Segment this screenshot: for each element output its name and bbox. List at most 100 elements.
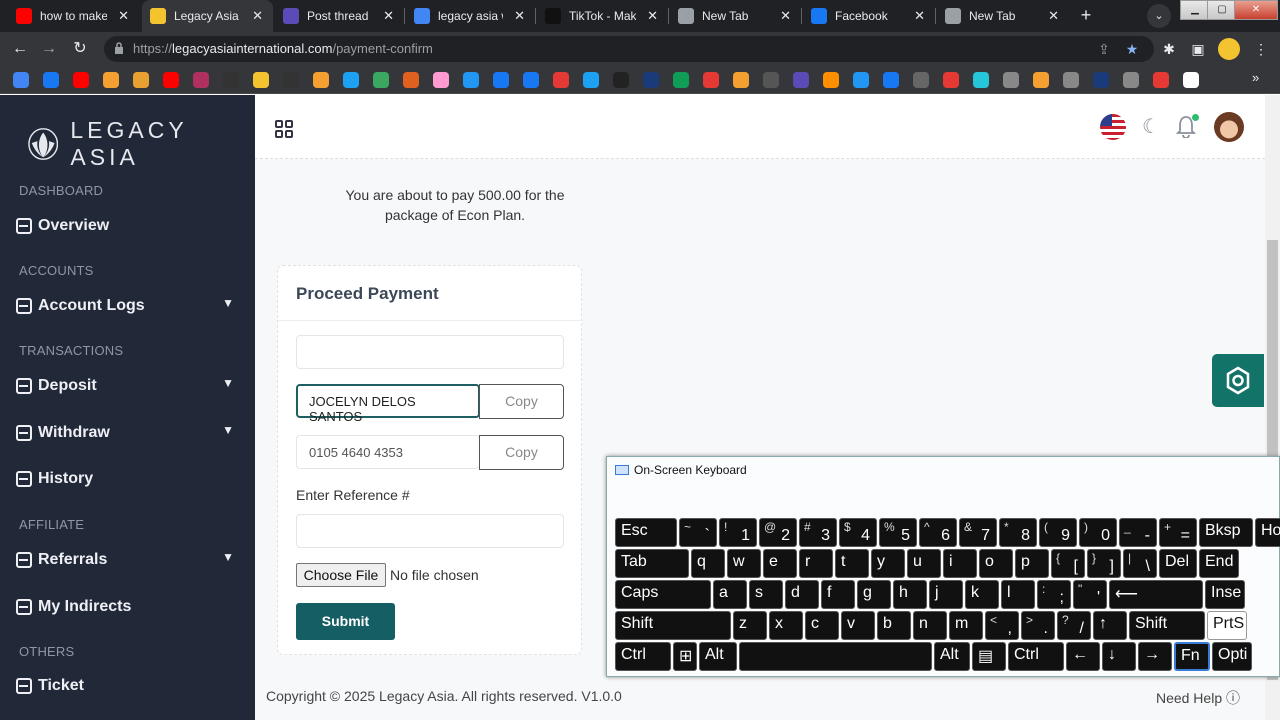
bookmark-icon[interactable] [643,72,659,88]
star-icon[interactable]: ★ [1122,39,1142,59]
osk-key[interactable]: Hom [1255,518,1280,547]
bookmark-icon[interactable] [613,72,629,88]
osk-key[interactable]: l [1001,580,1035,609]
close-tab-icon[interactable]: ✕ [1048,8,1059,24]
bookmark-icon[interactable] [73,72,89,88]
close-tab-icon[interactable]: ✕ [514,8,525,24]
osk-key[interactable]: Tab [615,549,689,578]
osk-key[interactable]: Ctrl [1008,642,1064,671]
browser-tab[interactable]: New Tab ✕ [937,0,1069,32]
profile-avatar[interactable] [1218,38,1240,60]
bookmark-icon[interactable] [1123,72,1139,88]
bookmark-icon[interactable] [1153,72,1169,88]
osk-key[interactable]: ⟵ [1109,580,1203,609]
close-tab-icon[interactable]: ✕ [383,8,394,24]
osk-key[interactable]: f [821,580,855,609]
bookmark-icon[interactable] [223,72,239,88]
bookmark-icon[interactable] [163,72,179,88]
osk-key[interactable]: :; [1037,580,1071,609]
bookmark-icon[interactable] [703,72,719,88]
bookmark-icon[interactable] [43,72,59,88]
osk-key[interactable]: q [691,549,725,578]
osk-key[interactable]: Del [1159,549,1197,578]
osk-key[interactable]: ⊞ [673,642,697,671]
nav-history[interactable]: History [16,465,238,493]
bookmark-icon[interactable] [343,72,359,88]
us-flag-icon[interactable] [1100,114,1126,140]
osk-key[interactable]: | \ [1123,549,1157,578]
choose-file-button[interactable]: Choose File [296,563,386,587]
osk-key[interactable] [739,642,932,671]
osk-key[interactable]: y [871,549,905,578]
bookmark-icon[interactable] [283,72,299,88]
osk-key[interactable]: >. [1021,611,1055,640]
extensions-icon[interactable]: ✱ [1158,38,1180,60]
osk-key[interactable]: Caps [615,580,711,609]
osk-key[interactable]: $4 [839,518,877,547]
bookmark-icon[interactable] [1063,72,1079,88]
osk-key[interactable]: ← [1066,642,1100,671]
bookmark-icon[interactable] [253,72,269,88]
bell-icon[interactable] [1175,114,1201,140]
copy-account-number-button[interactable]: Copy [479,435,564,470]
more-bookmarks-icon[interactable]: » [1252,70,1259,85]
bookmark-icon[interactable] [193,72,209,88]
moon-icon[interactable]: ☾ [1138,114,1164,140]
osk-key[interactable]: (9 [1039,518,1077,547]
browser-tab[interactable]: Post thread | F ✕ [275,0,404,32]
close-tab-icon[interactable]: ✕ [118,8,129,24]
bookmark-icon[interactable] [373,72,389,88]
osk-key[interactable]: v [841,611,875,640]
share-icon[interactable]: ⇪ [1094,39,1114,59]
osk-key[interactable]: d [785,580,819,609]
close-tab-icon[interactable]: ✕ [780,8,791,24]
bookmark-icon[interactable] [13,72,29,88]
nav-referrals[interactable]: Referrals ▼ [16,546,238,574]
browser-tab[interactable]: Legacy Asia ✕ [142,0,273,32]
osk-key[interactable]: e [763,549,797,578]
close-tab-icon[interactable]: ✕ [252,8,263,24]
account-number-field[interactable]: 0105 4640 4353 [296,435,480,469]
nav-deposit[interactable]: Deposit ▼ [16,372,238,400]
close-tab-icon[interactable]: ✕ [647,8,658,24]
osk-key[interactable]: m [949,611,983,640]
reference-input[interactable] [296,514,564,548]
osk-key[interactable]: r [799,549,833,578]
osk-key[interactable]: ▤ [972,642,1006,671]
osk-key[interactable]: + = [1159,518,1197,547]
back-icon[interactable]: ← [9,38,31,60]
osk-key[interactable]: Esc [615,518,677,547]
osk-key[interactable]: % 5 [879,518,917,547]
osk-key[interactable]: " ' [1073,580,1107,609]
bookmark-icon[interactable] [763,72,779,88]
bookmark-icon[interactable] [553,72,569,88]
account-name-field[interactable]: JOCELYN DELOS SANTOS [296,384,480,424]
osk-key[interactable]: & 7 [959,518,997,547]
bookmark-icon[interactable] [133,72,149,88]
browser-tab[interactable]: New Tab ✕ [670,0,801,32]
submit-button[interactable]: Submit [296,603,395,640]
osk-key[interactable]: Inse [1205,580,1245,609]
bookmark-icon[interactable] [313,72,329,88]
osk-key[interactable]: @2 [759,518,797,547]
osk-key[interactable]: Fn [1174,642,1210,671]
osk-key[interactable]: z [733,611,767,640]
osk-key[interactable]: i [943,549,977,578]
new-tab-button[interactable]: + [1076,6,1096,26]
support-button[interactable] [1212,354,1264,407]
bookmark-icon[interactable] [403,72,419,88]
osk-key[interactable]: o [979,549,1013,578]
osk-key[interactable]: ↓ [1102,642,1136,671]
user-avatar[interactable] [1214,112,1244,142]
bookmark-icon[interactable] [733,72,749,88]
osk-key[interactable]: b [877,611,911,640]
osk-key[interactable]: → [1138,642,1172,671]
tab-search-button[interactable]: ⌄ [1147,4,1171,28]
brand-logo[interactable]: LEGACY ASIA [28,117,255,171]
nav-my-indirects[interactable]: My Indirects [16,593,238,621]
minimize-button[interactable]: ▁ [1180,0,1210,20]
osk-key[interactable]: Bksp [1199,518,1253,547]
bookmark-icon[interactable] [823,72,839,88]
browser-tab[interactable]: how to make a ✕ [8,0,139,32]
bookmark-icon[interactable] [583,72,599,88]
